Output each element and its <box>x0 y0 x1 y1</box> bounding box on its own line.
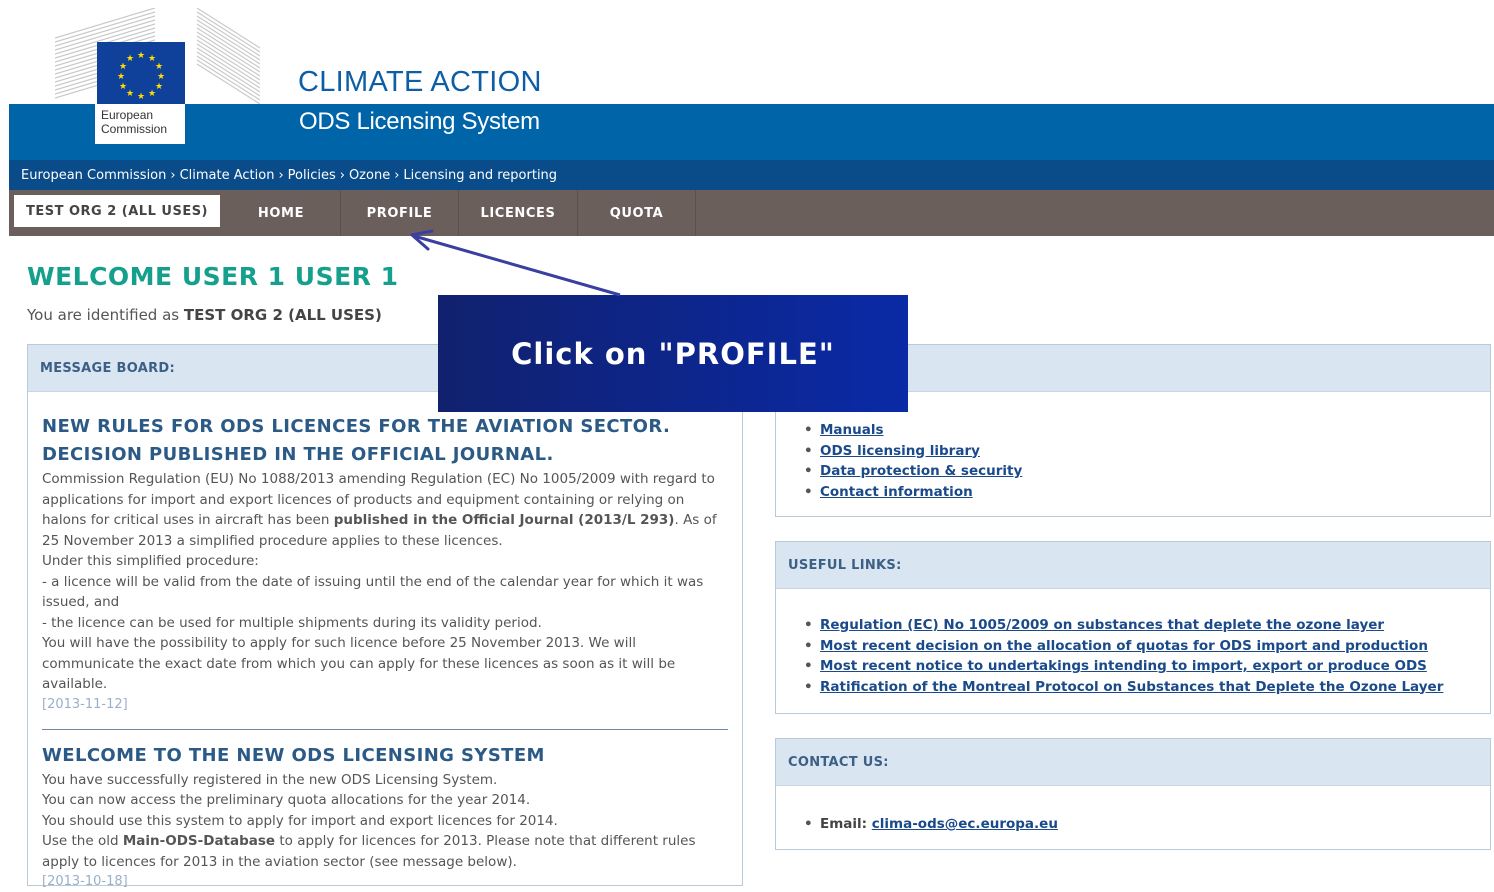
ods-library-link[interactable]: ODS licensing library <box>820 443 980 459</box>
breadcrumb-item-european-commission[interactable]: European Commission <box>21 168 166 183</box>
news-divider <box>42 728 728 730</box>
useful-links-heading: USEFUL LINKS: <box>776 542 1490 589</box>
logo-line2: Commission <box>101 122 168 136</box>
list-item: Contact information <box>804 482 1462 503</box>
svg-text:★: ★ <box>126 54 134 64</box>
contact-heading: CONTACT US: <box>776 739 1490 786</box>
news1-title-line1: NEW RULES FOR ODS LICENCES FOR THE AVIAT… <box>42 416 671 437</box>
svg-text:★: ★ <box>137 92 145 102</box>
logo-line1: European <box>101 108 154 122</box>
data-protection-link[interactable]: Data protection & security <box>820 463 1022 479</box>
news1-paragraph: Commission Regulation (EU) No 1088/2013 … <box>42 469 728 551</box>
nav-profile[interactable]: PROFILE <box>341 190 459 236</box>
identified-as-text: You are identified as TEST ORG 2 (ALL US… <box>27 306 382 324</box>
list-item: Data protection & security <box>804 461 1462 482</box>
news2-text: You have successfully registered in the … <box>42 771 498 788</box>
useful-links-panel: USEFUL LINKS: Regulation (EC) No 1005/20… <box>775 541 1491 714</box>
list-item: Manuals <box>804 420 1462 441</box>
svg-text:★: ★ <box>155 82 163 92</box>
list-item: ODS licensing library <box>804 441 1462 462</box>
instruction-callout: Click on "PROFILE" <box>438 295 908 412</box>
site-subtitle: ODS Licensing System <box>299 108 540 135</box>
breadcrumb-item-policies[interactable]: Policies <box>288 168 336 183</box>
notice-link[interactable]: Most recent notice to undertakings inten… <box>820 658 1427 674</box>
breadcrumb-separator-icon: › <box>394 168 400 183</box>
nav-licences[interactable]: LICENCES <box>459 190 578 236</box>
breadcrumb-separator-icon: › <box>170 168 176 183</box>
list-item: Regulation (EC) No 1005/2009 on substanc… <box>804 615 1462 636</box>
svg-text:★: ★ <box>137 51 145 61</box>
news2-text: You can now access the preliminary quota… <box>42 792 531 808</box>
breadcrumb-item-climate-action[interactable]: Climate Action <box>180 168 275 183</box>
news2-paragraph: Use the old Main-ODS-Database to apply f… <box>42 831 728 872</box>
email-link[interactable]: clima-ods@ec.europa.eu <box>872 816 1058 832</box>
svg-text:★: ★ <box>119 82 127 92</box>
email-label: Email: <box>820 816 868 832</box>
list-item: Most recent notice to undertakings inten… <box>804 656 1462 677</box>
quota-decision-link[interactable]: Most recent decision on the allocation o… <box>820 638 1428 654</box>
nav-home[interactable]: HOME <box>222 190 341 236</box>
commission-logo-text[interactable]: European Commission <box>101 108 167 136</box>
svg-text:★: ★ <box>148 89 156 99</box>
news1-text: - the licence can be used for multiple s… <box>42 614 542 631</box>
breadcrumb-separator-icon: › <box>278 168 284 183</box>
breadcrumb: European Commission › Climate Action › Polic… <box>9 160 1494 190</box>
contact-information-link[interactable]: Contact information <box>820 484 973 500</box>
nav-org-tab[interactable]: TEST ORG 2 (ALL USES) <box>14 195 220 227</box>
contact-panel: CONTACT US: Email: clima-ods@ec.europa.e… <box>775 738 1491 850</box>
news-title: NEW RULES FOR ODS LICENCES FOR THE AVIAT… <box>42 413 728 469</box>
message-board-panel: MESSAGE BOARD: NEW RULES FOR ODS LICENCE… <box>27 344 743 889</box>
nav-quota[interactable]: QUOTA <box>578 190 696 236</box>
main-ods-database-text: Main-ODS-Database <box>122 833 276 849</box>
official-journal-link[interactable]: published in the Official Journal (2013/… <box>334 512 675 528</box>
svg-text:★: ★ <box>126 89 134 99</box>
list-item: Ratification of the Montreal Protocol on… <box>804 677 1462 698</box>
help-links-list: Manuals ODS licensing library Data prote… <box>804 420 1462 502</box>
breadcrumb-item-ozone[interactable]: Ozone <box>349 168 390 183</box>
page-title: WELCOME USER 1 USER 1 <box>27 262 399 291</box>
news1-title-line2: DECISION PUBLISHED IN THE OFFICIAL JOURN… <box>42 444 554 465</box>
identified-prefix: You are identified as <box>27 306 180 324</box>
news2-text: Use the old <box>42 833 119 849</box>
svg-text:★: ★ <box>155 62 163 72</box>
news1-date: [2013-11-12] <box>42 696 128 712</box>
main-nav: TEST ORG 2 (ALL USES) HOME PROFILE LICEN… <box>9 190 1494 236</box>
list-item: Email: clima-ods@ec.europa.eu <box>804 814 1462 835</box>
eu-flag-icon: ★ ★ ★ ★ ★ ★ ★ ★ ★ ★ ★ ★ <box>97 42 185 106</box>
svg-text:★: ★ <box>157 72 165 82</box>
news2-date: [2013-10-18] <box>42 874 128 889</box>
breadcrumb-separator-icon: › <box>339 168 345 183</box>
identified-org: TEST ORG 2 (ALL USES) <box>183 306 382 324</box>
news2-title: WELCOME TO THE NEW ODS LICENSING SYSTEM <box>42 744 545 766</box>
regulation-link[interactable]: Regulation (EC) No 1005/2009 on substanc… <box>820 617 1384 633</box>
news2-text: You should use this system to apply for … <box>42 812 558 829</box>
svg-text:★: ★ <box>117 72 125 82</box>
list-item: Most recent decision on the allocation o… <box>804 636 1462 657</box>
contact-list: Email: clima-ods@ec.europa.eu <box>804 814 1462 835</box>
manuals-link[interactable]: Manuals <box>820 422 884 438</box>
news1-text: Under this simplified procedure: <box>42 553 259 569</box>
news1-text: - a licence will be valid from the date … <box>42 573 704 611</box>
news1-text: You will have the possibility to apply f… <box>42 635 676 692</box>
useful-links-list: Regulation (EC) No 1005/2009 on substanc… <box>804 615 1462 697</box>
montreal-protocol-link[interactable]: Ratification of the Montreal Protocol on… <box>820 679 1443 695</box>
site-title: CLIMATE ACTION <box>298 66 542 98</box>
header-band <box>9 104 1494 160</box>
breadcrumb-item-licensing[interactable]: Licensing and reporting <box>403 168 557 183</box>
